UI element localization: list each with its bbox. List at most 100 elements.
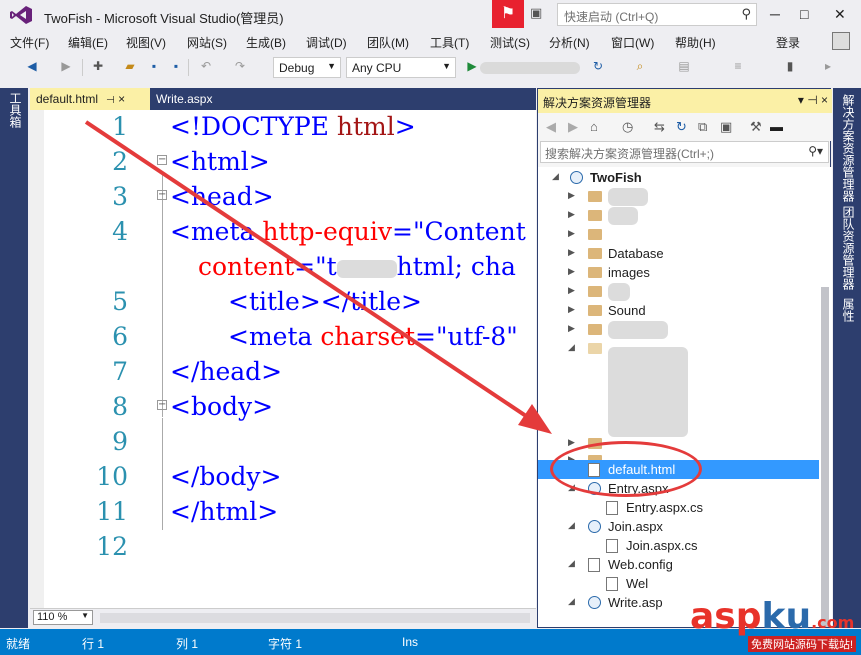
- tab-write-aspx[interactable]: Write.aspx: [150, 88, 260, 110]
- back-icon[interactable]: ◀: [24, 58, 40, 74]
- menu-view[interactable]: 视图(V): [126, 34, 166, 51]
- collapsed-icon[interactable]: ▶: [568, 323, 575, 334]
- tree-node-folder[interactable]: ▶: [568, 226, 668, 245]
- code-token: ="Content: [392, 217, 526, 246]
- maximize-button[interactable]: □: [800, 6, 808, 22]
- tab-solution-explorer[interactable]: 解决方案资源管理器: [840, 94, 855, 202]
- align-icon[interactable]: ▤: [676, 58, 692, 74]
- comment-icon[interactable]: ≡: [730, 58, 746, 74]
- menu-build[interactable]: 生成(B): [246, 34, 286, 51]
- find-in-files-icon[interactable]: ⌕: [632, 58, 648, 74]
- save-icon[interactable]: ▪: [146, 58, 162, 74]
- save-all-icon[interactable]: ▪: [168, 58, 184, 74]
- tree-node-images[interactable]: ▶ images: [568, 264, 728, 283]
- forward-icon[interactable]: ▶: [568, 119, 578, 135]
- solution-explorer-search-input[interactable]: 搜索解决方案资源管理器(Ctrl+;) ⚲▾: [540, 141, 829, 163]
- quick-launch-input[interactable]: 快速启动 (Ctrl+Q) ⚲: [557, 3, 757, 26]
- redo-icon[interactable]: ↷: [232, 58, 248, 74]
- feedback-flag-icon[interactable]: ⚑: [492, 0, 524, 28]
- search-options-icon[interactable]: ⚲▾: [808, 144, 823, 158]
- collapsed-icon[interactable]: ▶: [568, 228, 575, 239]
- open-folder-icon[interactable]: ▰: [122, 58, 138, 74]
- expanded-icon[interactable]: ◢: [568, 558, 575, 569]
- menu-analyze[interactable]: 分析(N): [549, 34, 590, 51]
- zoom-select[interactable]: 110 % ▼: [33, 610, 93, 625]
- close-button[interactable]: ✕: [834, 6, 846, 23]
- menu-website[interactable]: 网站(S): [187, 34, 227, 51]
- bookmark-icon[interactable]: ▮: [782, 58, 798, 74]
- tab-properties[interactable]: 属性: [840, 298, 855, 322]
- tree-node-root[interactable]: ◢ TwoFish: [552, 169, 812, 188]
- collapsed-icon[interactable]: ▶: [568, 190, 575, 201]
- toolbar-more-icon[interactable]: ▸: [820, 58, 836, 74]
- tree-node-web-config-child[interactable]: Wel: [606, 575, 806, 594]
- undo-icon[interactable]: ↶: [198, 58, 214, 74]
- start-debugging-icon[interactable]: ▶: [464, 58, 480, 74]
- menu-team[interactable]: 团队(M): [367, 34, 409, 51]
- menu-file[interactable]: 文件(F): [10, 34, 49, 51]
- menu-edit[interactable]: 编辑(E): [68, 34, 108, 51]
- code-editor[interactable]: 1 <!DOCTYPE html> 2 − <html> 3 − <head> …: [30, 110, 536, 608]
- collapse-icon[interactable]: −: [157, 400, 167, 410]
- notification-icon[interactable]: ▣: [530, 5, 548, 23]
- collapsed-icon[interactable]: ▶: [568, 209, 575, 220]
- back-icon[interactable]: ◀: [546, 119, 556, 135]
- tree-node-join-aspx-cs[interactable]: Join.aspx.cs: [606, 537, 806, 556]
- collapse-all-icon[interactable]: ⧉: [698, 119, 707, 135]
- properties-icon[interactable]: ⚒: [750, 119, 762, 135]
- vertical-scrollbar[interactable]: [821, 287, 829, 627]
- code-line: 12: [30, 532, 536, 567]
- pending-changes-icon[interactable]: ◷: [622, 119, 633, 135]
- show-all-files-icon[interactable]: ▣: [720, 119, 732, 135]
- tree-node-entry-aspx-cs[interactable]: Entry.aspx.cs: [606, 499, 806, 518]
- collapse-icon[interactable]: −: [157, 190, 167, 200]
- tree-node-folder[interactable]: ▶: [568, 283, 668, 302]
- line-number: 1: [112, 112, 128, 141]
- menu-help[interactable]: 帮助(H): [675, 34, 716, 51]
- avatar[interactable]: [832, 32, 850, 50]
- close-icon[interactable]: ×: [821, 93, 828, 107]
- expanded-icon[interactable]: ◢: [568, 596, 575, 607]
- collapse-icon[interactable]: −: [157, 155, 167, 165]
- expanded-icon[interactable]: ◢: [568, 520, 575, 531]
- horizontal-scrollbar[interactable]: [100, 613, 530, 623]
- collapsed-icon[interactable]: ▶: [568, 437, 575, 448]
- tree-node-sound[interactable]: ▶ Sound: [568, 302, 728, 321]
- forward-icon[interactable]: ▶: [58, 58, 74, 74]
- new-project-icon[interactable]: ✚: [90, 58, 106, 74]
- sync-icon[interactable]: ⇆: [654, 119, 665, 135]
- collapsed-icon[interactable]: ▶: [568, 304, 575, 315]
- menu-window[interactable]: 窗口(W): [611, 34, 654, 51]
- sign-in-link[interactable]: 登录: [776, 34, 800, 51]
- solution-platform-select[interactable]: Any CPU ▼: [346, 57, 456, 78]
- tree-node-web-config[interactable]: ◢ Web.config: [568, 556, 768, 575]
- menu-debug[interactable]: 调试(D): [306, 34, 347, 51]
- close-icon[interactable]: ×: [118, 92, 125, 106]
- dropdown-icon[interactable]: ▾: [798, 93, 804, 107]
- home-icon[interactable]: ⌂: [590, 119, 598, 134]
- menu-tools[interactable]: 工具(T): [430, 34, 469, 51]
- tree-node-folder[interactable]: ▶: [568, 188, 668, 207]
- tree-node-label: Sound: [608, 303, 646, 318]
- tab-team-explorer[interactable]: 团队资源管理器: [840, 206, 855, 290]
- collapsed-icon[interactable]: ▶: [568, 266, 575, 277]
- collapsed-icon[interactable]: ▶: [568, 247, 575, 258]
- expanded-icon[interactable]: ◢: [568, 342, 575, 353]
- collapsed-icon[interactable]: ▶: [568, 285, 575, 296]
- menu-test[interactable]: 测试(S): [490, 34, 530, 51]
- tree-node-folder[interactable]: ▶: [568, 321, 698, 340]
- refresh-icon[interactable]: ↻: [590, 58, 606, 74]
- pin-icon[interactable]: ⊣: [807, 93, 817, 107]
- solution-tree: ◢ TwoFish ▶ ▶ ▶ ▶ Database ▶ images ▶ ▶ Sou…: [538, 167, 832, 627]
- preview-icon[interactable]: ▬: [770, 119, 783, 134]
- pin-icon[interactable]: ⊣: [106, 95, 115, 106]
- tree-node-folder[interactable]: ▶: [568, 207, 668, 226]
- toolbox-panel-tab[interactable]: 工具箱: [0, 88, 28, 628]
- solution-configuration-select[interactable]: Debug ▼: [273, 57, 341, 78]
- tree-node-join-aspx[interactable]: ◢ Join.aspx: [568, 518, 768, 537]
- refresh-icon[interactable]: ↻: [676, 119, 687, 135]
- minimize-button[interactable]: ─: [770, 6, 780, 22]
- tab-default-html[interactable]: default.html ⊣ ×: [30, 88, 150, 110]
- tree-node-database[interactable]: ▶ Database: [568, 245, 728, 264]
- expanded-icon[interactable]: ◢: [552, 171, 559, 182]
